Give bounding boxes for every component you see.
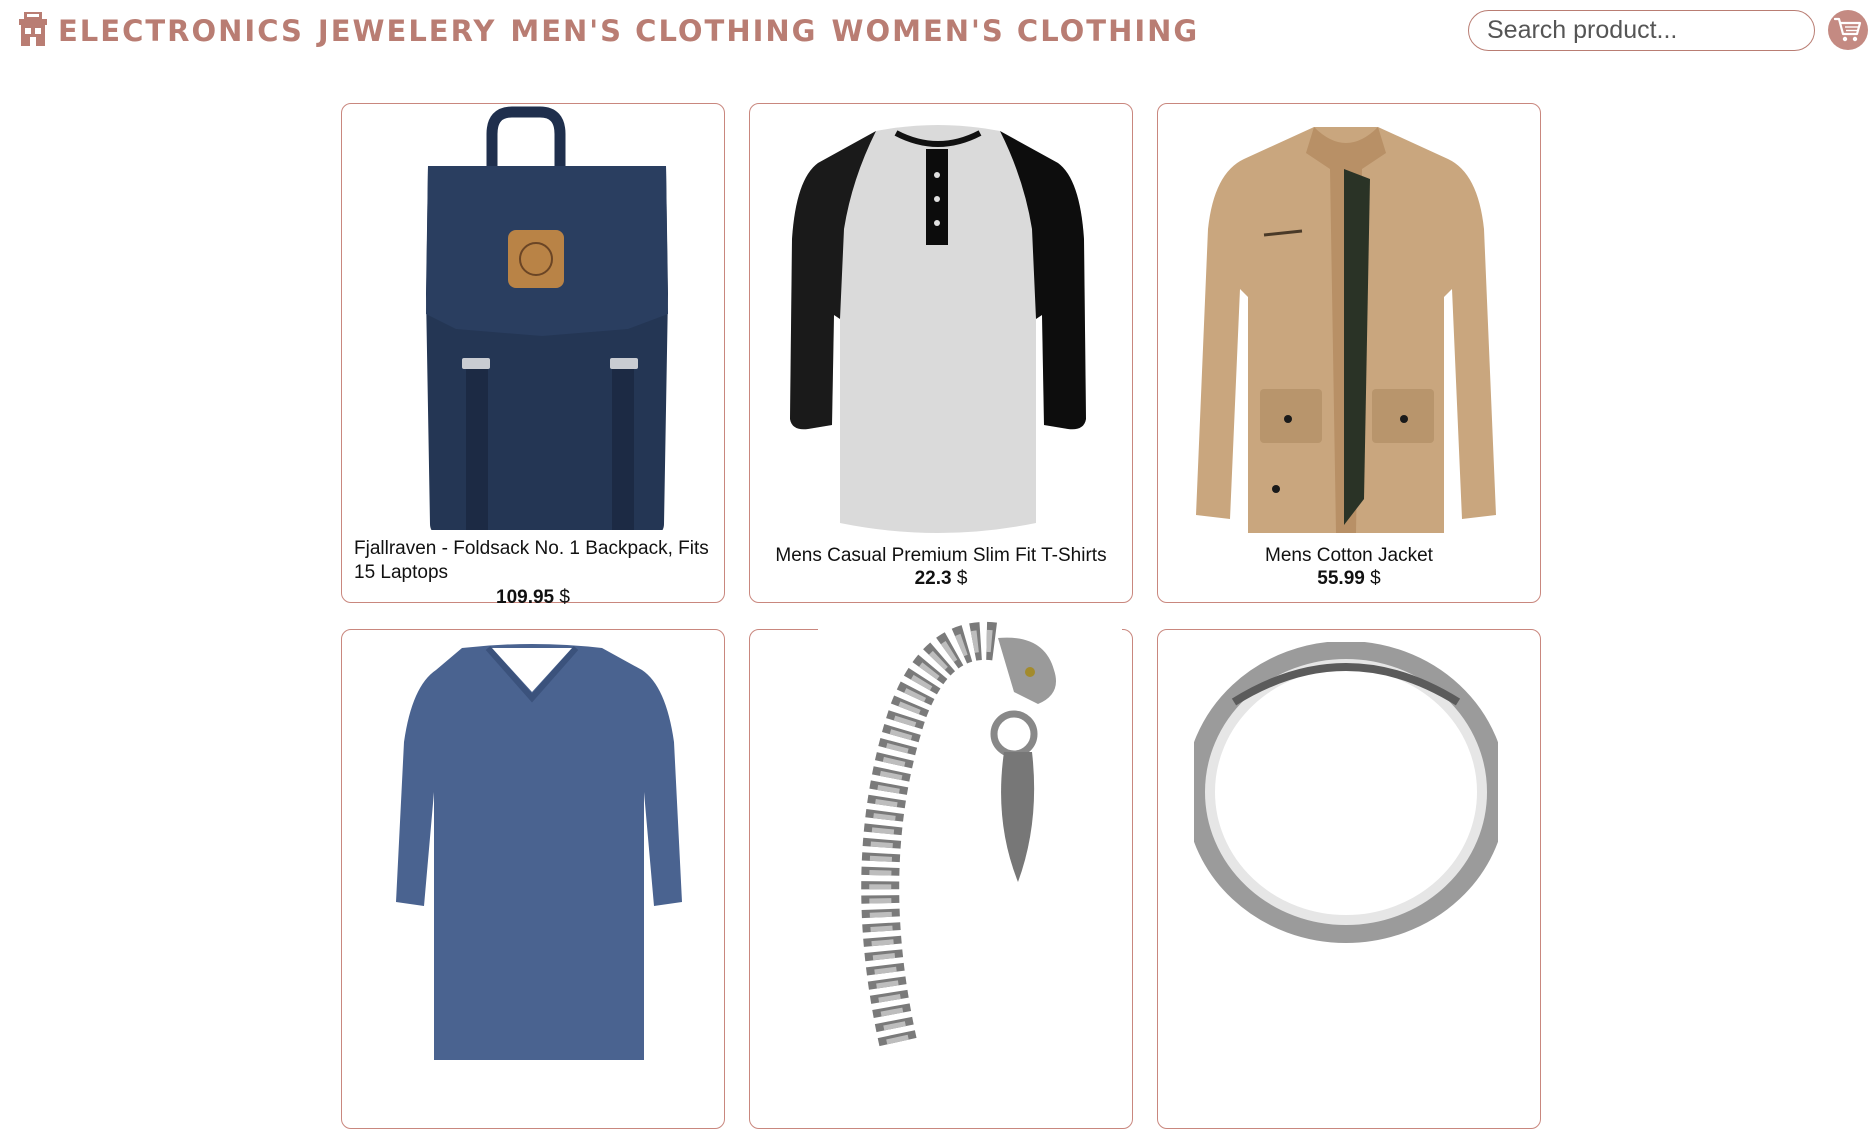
product-card[interactable]: Mens Casual Premium Slim Fit T-Shirts 22… (749, 103, 1133, 603)
product-price: 55.99 $ (1317, 568, 1381, 589)
product-card[interactable] (1157, 629, 1541, 1129)
cart-button[interactable] (1828, 10, 1868, 50)
product-card[interactable]: Mens Cotton Jacket 55.99 $ (1157, 103, 1541, 603)
top-navigation-bar: ELECTRONICS JEWELERY MEN'S CLOTHING WOME… (0, 0, 1872, 62)
product-image-backpack (382, 104, 686, 530)
nav-womens-clothing[interactable]: WOMEN'S CLOTHING (831, 10, 1199, 52)
category-nav: ELECTRONICS JEWELERY MEN'S CLOTHING WOME… (58, 10, 1199, 52)
product-image-bracelet (818, 621, 1122, 1047)
product-title: Mens Casual Premium Slim Fit T-Shirts (775, 545, 1107, 566)
product-image-ring (1194, 642, 1498, 943)
product-image-tshirt (790, 125, 1086, 533)
product-grid: Fjallraven - Foldsack No. 1 Backpack, Fi… (341, 103, 1541, 1129)
product-price: 22.3 $ (914, 568, 968, 589)
product-card[interactable]: Fjallraven - Foldsack No. 1 Backpack, Fi… (341, 103, 725, 608)
nav-mens-clothing[interactable]: MEN'S CLOTHING (510, 10, 817, 52)
store-icon[interactable] (18, 10, 48, 48)
product-price: 109.95 $ (496, 587, 570, 608)
product-card[interactable] (341, 629, 725, 1129)
nav-electronics[interactable]: ELECTRONICS (58, 10, 304, 52)
product-title: Fjallraven - Foldsack No. 1 Backpack, Fi… (354, 538, 709, 583)
cart-icon (1834, 17, 1862, 42)
product-card[interactable] (749, 621, 1133, 1129)
product-image-vneck (396, 644, 682, 1060)
nav-jewelery[interactable]: JEWELERY (318, 10, 496, 52)
search-input[interactable] (1468, 10, 1815, 51)
product-image-jacket (1196, 127, 1496, 533)
product-title: Mens Cotton Jacket (1265, 545, 1433, 566)
